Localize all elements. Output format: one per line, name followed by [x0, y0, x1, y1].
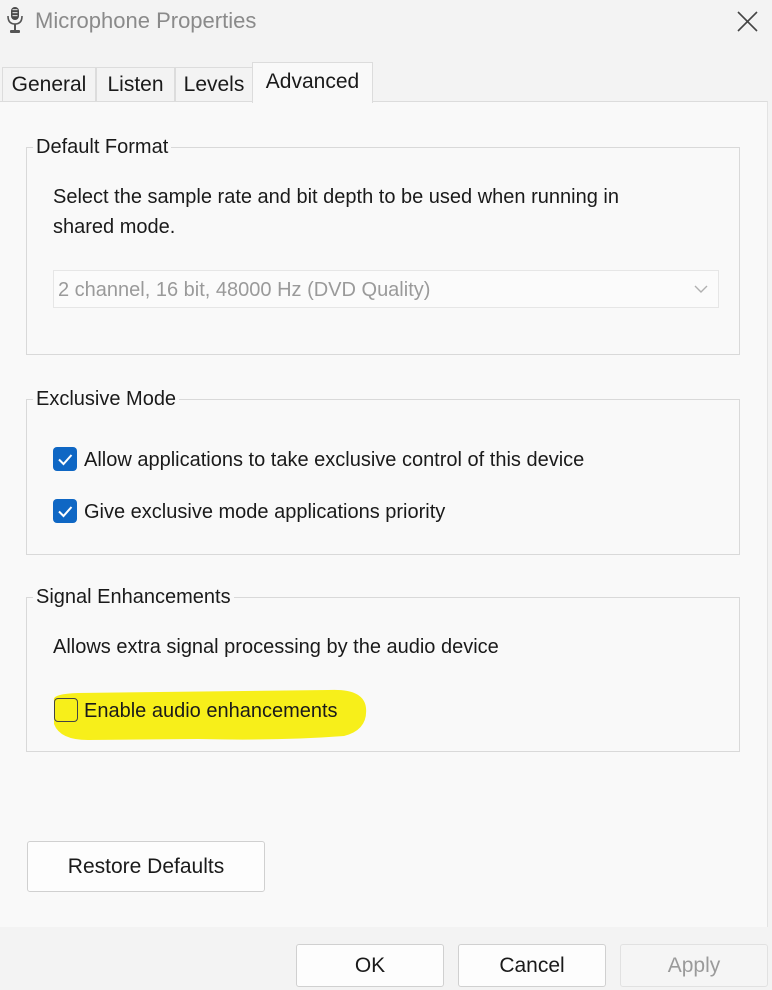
default-format-description-line2: shared mode. [53, 216, 176, 238]
restore-defaults-button[interactable]: Restore Defaults [27, 841, 265, 892]
chevron-down-icon [694, 285, 708, 293]
microphone-icon [7, 7, 23, 33]
exclusive-control-label[interactable]: Allow applications to take exclusive con… [84, 445, 584, 475]
signal-enhancements-description: Allows extra signal processing by the au… [53, 636, 499, 658]
exclusive-mode-group: Exclusive Mode [26, 386, 740, 555]
tab-general[interactable]: General [2, 67, 96, 101]
signal-enhancements-legend: Signal Enhancements [33, 584, 234, 610]
default-format-description: Select the sample rate and bit depth to … [53, 186, 619, 208]
checkmark-icon [58, 454, 73, 466]
audio-enhancements-checkbox[interactable] [54, 698, 78, 722]
cancel-button[interactable]: Cancel [458, 944, 606, 987]
title-bar: Microphone Properties [0, 0, 772, 50]
tab-strip: General Listen Levels Advanced [0, 62, 772, 103]
tab-listen[interactable]: Listen [96, 67, 175, 101]
default-format-legend: Default Format [33, 134, 172, 160]
tab-levels[interactable]: Levels [175, 67, 253, 101]
tab-advanced[interactable]: Advanced [252, 62, 373, 103]
exclusive-mode-legend: Exclusive Mode [33, 386, 180, 412]
exclusive-priority-label[interactable]: Give exclusive mode applications priorit… [84, 497, 445, 527]
ok-button[interactable]: OK [296, 944, 444, 987]
exclusive-priority-checkbox[interactable] [53, 499, 77, 523]
window-title: Microphone Properties [35, 8, 257, 33]
checkmark-icon [58, 506, 73, 518]
sample-rate-value: 2 channel, 16 bit, 48000 Hz (DVD Quality… [58, 279, 431, 301]
apply-button[interactable]: Apply [620, 944, 768, 987]
close-icon[interactable] [728, 2, 768, 42]
sample-rate-dropdown[interactable]: 2 channel, 16 bit, 48000 Hz (DVD Quality… [53, 270, 719, 308]
audio-enhancements-label[interactable]: Enable audio enhancements [84, 696, 338, 726]
default-format-group: Default Format [26, 134, 740, 355]
exclusive-control-checkbox[interactable] [53, 447, 77, 471]
